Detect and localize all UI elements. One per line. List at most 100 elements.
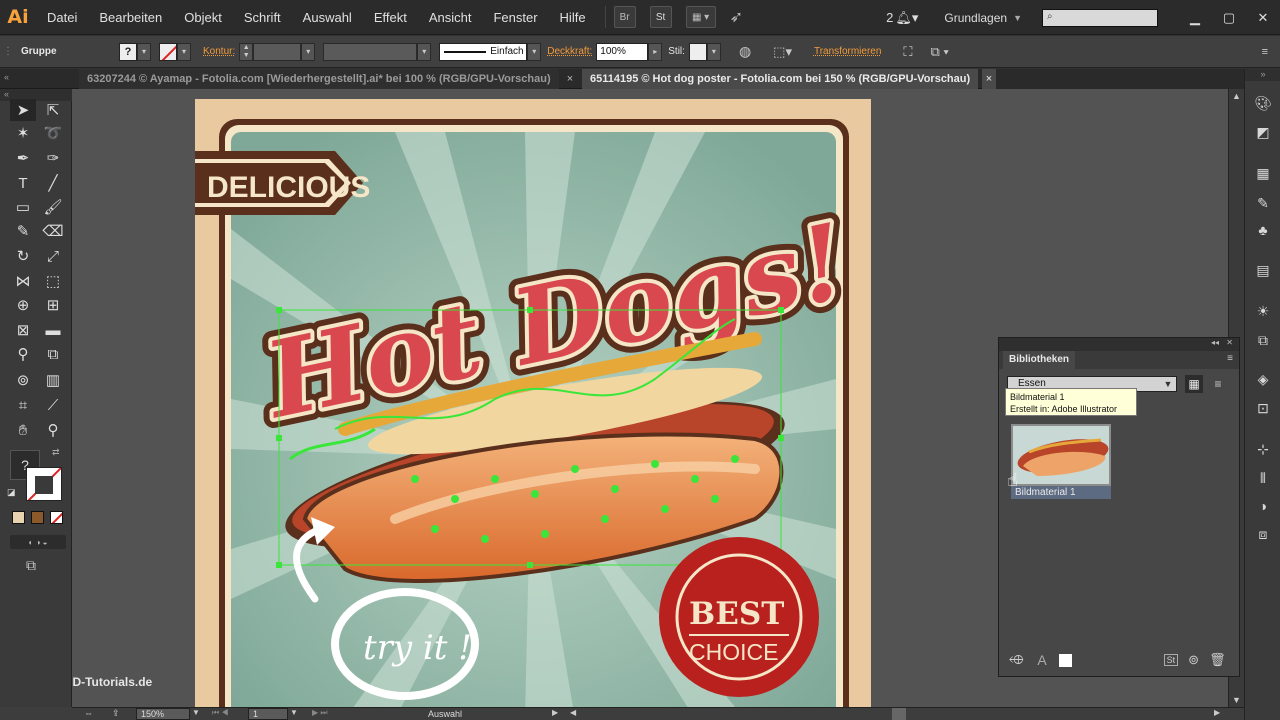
align-objects-icon[interactable]: ⬚▾	[773, 44, 792, 60]
eyedropper-tool-icon[interactable]: ⚲	[10, 343, 36, 365]
panel-menu-icon[interactable]: ≡	[1227, 353, 1233, 364]
export-icon[interactable]: ⇪	[112, 708, 120, 719]
first-artboard-icon[interactable]: ⏮ ◀	[212, 708, 229, 718]
add-graphic-icon[interactable]: ⬲	[1009, 652, 1023, 668]
symbols-icon[interactable]: ♣	[1253, 220, 1273, 240]
menu-fenster[interactable]: Fenster	[482, 0, 548, 35]
menu-ansicht[interactable]: Ansicht	[418, 0, 483, 35]
eraser-tool-icon[interactable]: ⌫	[40, 220, 66, 242]
zoom-tool-icon[interactable]: ⚲	[40, 419, 66, 441]
artboard-number-input[interactable]: 1	[248, 708, 288, 720]
recolor-artwork-icon[interactable]: ◍	[739, 43, 751, 60]
stroke-color-swatch[interactable]	[159, 42, 177, 61]
width-tool-icon[interactable]: ⋈	[10, 270, 36, 292]
gradient-mode-button[interactable]	[31, 511, 44, 524]
tab-document-hotdog[interactable]: 65114195 © Hot dog poster - Fotolia.com …	[582, 69, 978, 89]
zoom-input[interactable]: 150%	[136, 708, 190, 720]
workspace-switcher[interactable]: Grundlagen	[944, 11, 1007, 25]
libraries-icon[interactable]: ⧈	[1253, 524, 1273, 544]
variable-width-profile[interactable]	[323, 42, 418, 61]
panel-menu-icon[interactable]: ≡	[1262, 46, 1268, 58]
collapse-panel-icon[interactable]: ◂◂	[1211, 338, 1219, 347]
opacity-slider-button[interactable]: ▸	[648, 42, 663, 61]
opacity-input[interactable]: 100%	[596, 42, 649, 61]
column-graph-tool-icon[interactable]: ▥	[40, 369, 66, 391]
last-artboard-icon[interactable]: ▶ ⏭	[312, 708, 328, 718]
mesh-tool-icon[interactable]: ⊠	[10, 319, 36, 341]
lasso-tool-icon[interactable]: ➰	[40, 122, 66, 144]
transform-link[interactable]: Transformieren	[814, 46, 881, 57]
stroke-none-swatch[interactable]	[26, 467, 62, 501]
gpu-rocket-icon[interactable]: ➶	[730, 7, 743, 27]
curvature-tool-icon[interactable]: ✑	[40, 147, 66, 169]
arrange-documents-button[interactable]: ▦ ▾	[685, 6, 716, 28]
more-options-icon[interactable]: ⧉ ▾	[931, 44, 949, 60]
align-icon[interactable]: ⫴	[1253, 468, 1273, 488]
scroll-right-arrow-icon[interactable]: ▶	[1214, 708, 1220, 717]
add-character-style-icon[interactable]: A	[1037, 652, 1046, 668]
line-tool-icon[interactable]: ╱	[40, 172, 66, 194]
isolate-group-icon[interactable]: ⛶	[903, 44, 912, 60]
rotate-tool-icon[interactable]: ↻	[10, 245, 36, 267]
close-window-button[interactable]: ✕	[1246, 7, 1280, 29]
pathfinder-icon[interactable]: ◑	[1253, 496, 1273, 516]
menu-hilfe[interactable]: Hilfe	[549, 0, 597, 35]
add-fill-color-icon[interactable]	[1058, 653, 1072, 667]
bridge-button[interactable]: Br	[613, 6, 636, 28]
library-item-thumbnail[interactable]	[1011, 424, 1111, 486]
hand-tool-icon[interactable]: ✋︎	[10, 419, 36, 441]
menu-datei[interactable]: Datei	[36, 0, 88, 35]
tab-libraries[interactable]: Bibliotheken	[1003, 351, 1076, 369]
tab-close-icon[interactable]: ×	[982, 69, 996, 89]
pencil-tool-icon[interactable]: ✎	[10, 220, 36, 242]
pan-icon[interactable]: ⇔	[84, 708, 93, 718]
paintbrush-tool-icon[interactable]: 🖌︎	[40, 196, 66, 218]
fill-dropdown[interactable]: ▾	[137, 42, 151, 61]
collapse-arrows-icon[interactable]: «	[4, 72, 9, 82]
menu-bearbeiten[interactable]: Bearbeiten	[88, 0, 173, 35]
dock-header[interactable]: »	[1245, 69, 1280, 81]
slice-tool-icon[interactable]: ⟋	[40, 394, 66, 416]
color-guide-icon[interactable]: ◩	[1253, 122, 1273, 142]
asset-export-icon[interactable]: ⧉	[1253, 330, 1273, 350]
magic-wand-tool-icon[interactable]: ✶	[10, 122, 36, 144]
screen-mode-icon[interactable]: ⧉	[26, 557, 36, 574]
scroll-left-arrow-icon[interactable]: ◀	[570, 708, 576, 717]
swap-fill-stroke-icon[interactable]: ⇄	[52, 447, 60, 458]
transform-icon[interactable]: ⊹	[1253, 439, 1273, 459]
shape-builder-tool-icon[interactable]: ⊕	[10, 294, 36, 316]
scroll-up-arrow-icon[interactable]: ▲	[1232, 91, 1241, 101]
draw-mode-buttons[interactable]: ◐ ◑ ◒	[10, 535, 66, 549]
menu-objekt[interactable]: Objekt	[173, 0, 233, 35]
stroke-label[interactable]: Kontur:	[203, 46, 235, 57]
brush-definition-field[interactable]: Einfach	[439, 42, 528, 61]
list-view-icon[interactable]: ≡	[1209, 375, 1227, 393]
trash-icon[interactable]: 🗑︎	[1209, 652, 1226, 668]
swatches-icon[interactable]: ▦	[1253, 163, 1273, 183]
selection-tool-icon[interactable]: ➤	[10, 99, 36, 121]
minimize-button[interactable]: ▁	[1178, 7, 1212, 29]
artboard[interactable]: DELICIOUS Hot Dogs! Hot Dogs! try it ! B…	[195, 99, 871, 707]
appearance-icon[interactable]: ☀	[1253, 301, 1273, 321]
gradient-icon[interactable]: ▤	[1253, 260, 1273, 280]
none-mode-button[interactable]	[50, 511, 63, 524]
scroll-down-arrow-icon[interactable]: ▼	[1232, 695, 1241, 705]
maximize-button[interactable]: ▢	[1212, 7, 1246, 29]
pen-tool-icon[interactable]: ✒	[10, 147, 36, 169]
free-transform-tool-icon[interactable]: ⬚	[40, 270, 66, 292]
tab-close-icon[interactable]: ×	[563, 69, 577, 89]
direct-selection-tool-icon[interactable]: ⇱	[40, 99, 66, 121]
grid-view-icon[interactable]: ▦	[1185, 375, 1203, 393]
brush-dropdown[interactable]: ▾	[527, 42, 542, 61]
profile-dropdown[interactable]: ▾	[417, 42, 432, 61]
type-tool-icon[interactable]: T	[10, 172, 36, 194]
blend-tool-icon[interactable]: ⧉	[40, 343, 66, 365]
stroke-dropdown[interactable]: ▾	[177, 42, 191, 61]
menu-schrift[interactable]: Schrift	[233, 0, 292, 35]
gradient-tool-icon[interactable]: ▬	[40, 319, 66, 341]
tab-document-ayamap[interactable]: 63207244 © Ayamap - Fotolia.com [Wiederh…	[79, 69, 559, 89]
notification-bell-icon[interactable]: 🔔︎▾	[895, 10, 918, 26]
menu-auswahl[interactable]: Auswahl	[292, 0, 363, 35]
rectangle-tool-icon[interactable]: ▭	[10, 196, 36, 218]
default-colors-icon[interactable]: ◪	[7, 487, 16, 498]
